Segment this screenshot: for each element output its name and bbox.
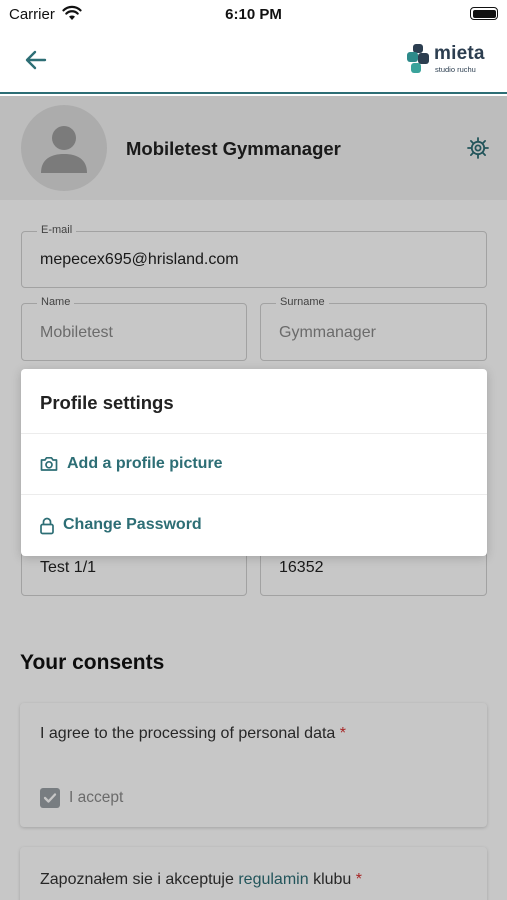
logo-wordmark: mieta <box>434 43 485 64</box>
logo-tagline: studio ruchu <box>435 65 476 74</box>
app-bar: mieta studio ruchu <box>0 28 507 94</box>
change-password-label: Change Password <box>63 516 202 533</box>
change-password-button[interactable]: Change Password <box>21 495 487 555</box>
menu-title: Profile settings <box>40 392 174 413</box>
add-profile-picture-label: Add a profile picture <box>67 455 223 472</box>
battery-icon <box>470 7 498 20</box>
status-bar: Carrier 6:10 PM <box>0 0 507 28</box>
profile-settings-menu: Profile settings Add a profile picture C… <box>21 369 487 556</box>
logo-mark-icon <box>407 44 429 73</box>
add-profile-picture-button[interactable]: Add a profile picture <box>21 434 487 494</box>
profile-screen: Carrier 6:10 PM mieta studio ruchu Mobil… <box>0 0 507 900</box>
lock-icon <box>40 517 54 535</box>
brand-logo: mieta studio ruchu <box>405 43 490 77</box>
camera-icon <box>40 456 58 471</box>
back-arrow-icon[interactable] <box>22 46 50 74</box>
clock: 6:10 PM <box>225 6 282 23</box>
